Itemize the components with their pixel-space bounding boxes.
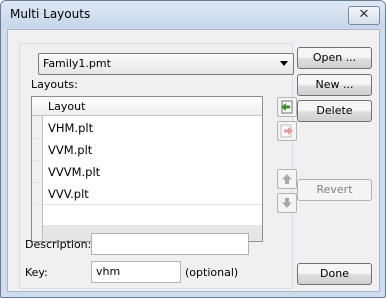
family-dropdown[interactable]: Family1.pmt xyxy=(38,53,294,75)
new-button[interactable]: New ... xyxy=(297,74,372,96)
layout-cell[interactable]: VHM.plt xyxy=(43,116,262,138)
arrow-up-icon xyxy=(282,174,292,184)
table-row[interactable]: VVV.plt xyxy=(32,182,262,205)
key-field[interactable]: vhm xyxy=(91,261,181,283)
grid-header: Layout xyxy=(32,97,262,116)
arrow-down-icon xyxy=(282,198,292,208)
dialog-client-area: Family1.pmt Layouts: Layout VHM.plt VVM.… xyxy=(7,29,380,292)
table-row[interactable]: VVM.plt xyxy=(32,138,262,161)
delete-button[interactable]: Delete xyxy=(297,100,372,122)
layouts-group: Family1.pmt Layouts: Layout VHM.plt VVM.… xyxy=(19,43,297,289)
close-button[interactable]: ✕ xyxy=(348,6,380,25)
layout-cell[interactable]: VVM.plt xyxy=(43,138,262,160)
layout-cell-text: VVVM.plt xyxy=(48,165,101,179)
description-field[interactable] xyxy=(91,233,249,255)
key-label: Key: xyxy=(25,266,48,279)
layout-cell-text: VVV.plt xyxy=(48,187,89,201)
add-layout-button[interactable] xyxy=(277,97,297,117)
open-button[interactable]: Open ... xyxy=(297,47,372,69)
move-down-button[interactable] xyxy=(277,193,297,213)
description-label: Description: xyxy=(25,238,92,251)
move-up-button[interactable] xyxy=(277,169,297,189)
close-icon: ✕ xyxy=(358,7,370,22)
layout-cell-text: VVM.plt xyxy=(48,143,93,157)
column-header-layout: Layout xyxy=(48,100,86,113)
table-row[interactable]: VHM.plt xyxy=(32,116,262,139)
title-bar: Multi Layouts ✕ xyxy=(1,1,385,28)
chevron-down-icon xyxy=(280,61,288,66)
layouts-grid[interactable]: Layout VHM.plt VVM.plt VVVM.plt VVV.plt xyxy=(31,96,263,242)
multi-layouts-dialog: Multi Layouts ✕ Family1.pmt Layouts: Lay… xyxy=(0,0,386,298)
table-row[interactable]: VVVM.plt xyxy=(32,160,262,183)
remove-layout-button[interactable] xyxy=(277,121,297,141)
layout-cell[interactable]: VVVM.plt xyxy=(43,160,262,182)
add-layout-icon xyxy=(281,100,293,114)
layout-cell-text: VHM.plt xyxy=(48,121,94,135)
layout-cell[interactable]: VVV.plt xyxy=(43,182,262,204)
done-button[interactable]: Done xyxy=(297,263,372,285)
key-optional-note: (optional) xyxy=(185,266,239,279)
remove-layout-icon xyxy=(280,124,293,138)
family-dropdown-value: Family1.pmt xyxy=(43,57,111,70)
window-title: Multi Layouts xyxy=(10,7,91,21)
layouts-label: Layouts: xyxy=(31,78,78,91)
revert-button[interactable]: Revert xyxy=(297,179,372,201)
key-value: vhm xyxy=(96,265,121,278)
